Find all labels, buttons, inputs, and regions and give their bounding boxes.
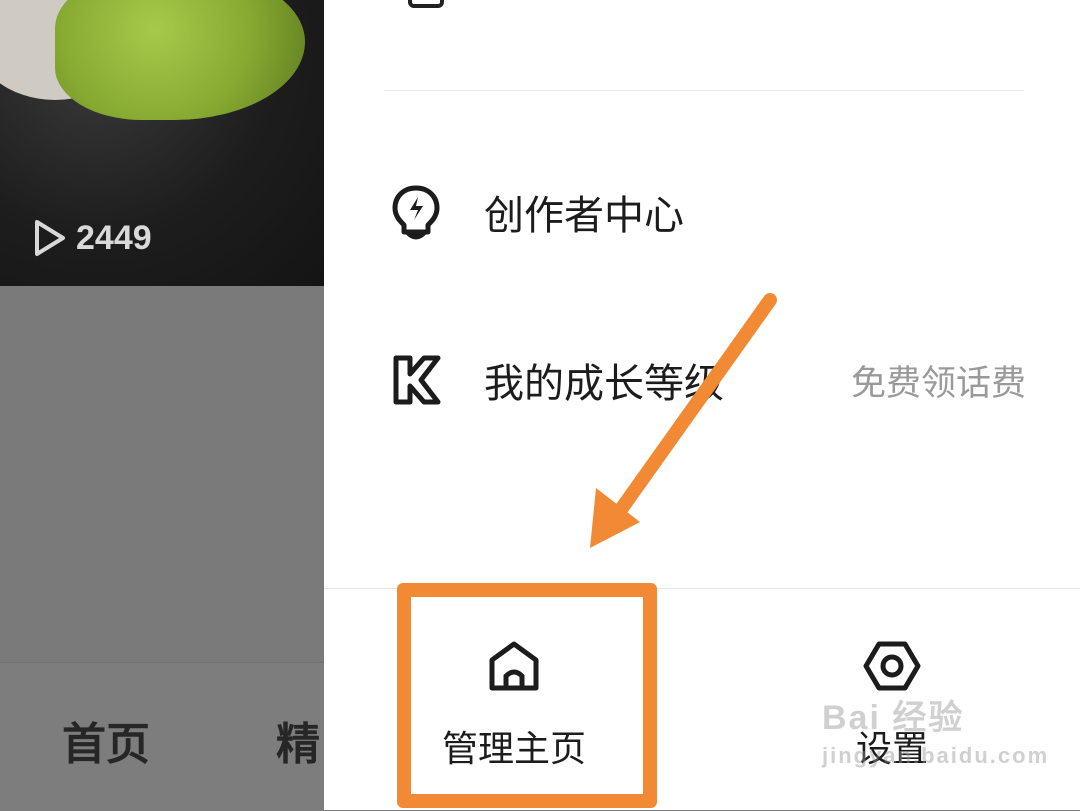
thumbnail-yarn-green [55, 0, 305, 120]
watermark: Bai 经验 jingyan.baidu.com [822, 690, 1049, 769]
lightbulb-icon [388, 182, 444, 242]
play-icon [35, 220, 65, 256]
hex-settings-icon [863, 641, 921, 691]
menu-item-creator-center[interactable]: 创作者中心 [388, 172, 1028, 252]
video-thumbnail[interactable]: 2449 [0, 0, 324, 286]
play-count: 2449 [32, 218, 152, 258]
menu-label: 创作者中心 [484, 193, 684, 239]
partial-icon [408, 0, 444, 8]
play-count-value: 2449 [76, 218, 152, 257]
background-content [0, 286, 324, 662]
free-phone-credit-link[interactable]: 免费领话费 [851, 355, 1026, 406]
annotation-highlight-box [397, 583, 657, 808]
k-level-icon [388, 350, 444, 410]
divider [384, 90, 1024, 91]
menu-item-growth-level[interactable]: 我的成长等级 免费领话费 [388, 340, 1028, 420]
tab-home[interactable]: 首页 [62, 708, 150, 772]
menu-label: 我的成长等级 [484, 361, 724, 407]
watermark-main: Bai 经验 [822, 699, 965, 737]
tab-featured[interactable]: 精 [276, 708, 320, 772]
watermark-sub: jingyan.baidu.com [822, 743, 1050, 768]
